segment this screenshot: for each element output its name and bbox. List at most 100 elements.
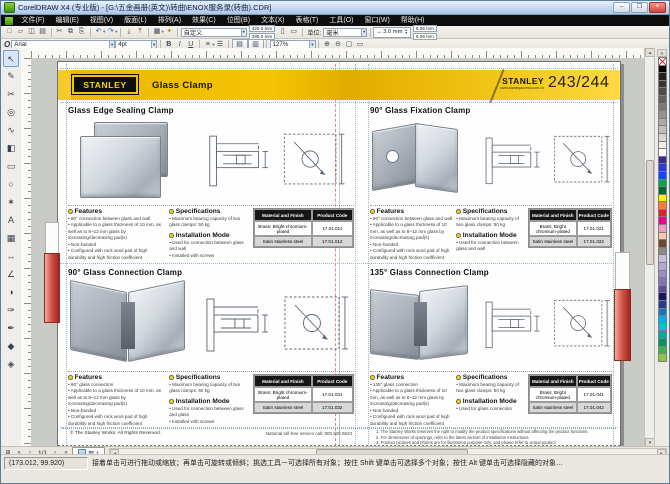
drawing-canvas[interactable]: STANLEY Glass Clamp STANLEY www.stanleya…	[31, 58, 645, 447]
pick-tool-icon[interactable]: ↖	[3, 50, 19, 67]
polygon-tool-icon[interactable]: ✶	[3, 194, 19, 211]
menu-item[interactable]: 版面(L)	[119, 15, 153, 26]
features-heading: Features	[68, 374, 165, 381]
close-button[interactable]: ×	[649, 2, 666, 13]
nudge-offset-field[interactable]: ↔ 3.0 mm ▲▼	[373, 27, 411, 38]
app-window: CorelDRAW X4 (专业版) - [G:\五金画册(英文)\转曲\ENO…	[0, 0, 670, 484]
duplicate-y-field[interactable]: 6.35 mm	[413, 33, 437, 40]
menu-item[interactable]: 表格(T)	[290, 15, 324, 26]
color-swatch[interactable]	[658, 353, 667, 362]
portrait-icon[interactable]: ▯	[277, 27, 288, 37]
index-tab	[45, 222, 59, 254]
menu-item[interactable]: 效果(C)	[187, 15, 222, 26]
cut-icon[interactable]: ✂	[54, 27, 65, 37]
menu-item[interactable]: 排列(A)	[152, 15, 186, 26]
ruler-tick	[381, 51, 382, 58]
product-section-title: Glass Edge Sealing Clamp	[68, 106, 354, 117]
specifications-list: • Maximum bearing capacity of two glass …	[169, 216, 249, 229]
landscape-icon[interactable]: ▭	[288, 27, 299, 37]
dimension-tool-icon[interactable]: ↔	[3, 248, 19, 265]
bullet-item: • Used for glass connection	[456, 406, 524, 412]
zoom-level-value: 127%	[273, 41, 289, 48]
crop-tool-icon[interactable]: ✂	[3, 86, 19, 103]
chevron-down-icon[interactable]: ▾	[361, 29, 366, 36]
redo-dropdown-icon[interactable]: ▾	[115, 29, 117, 35]
guideline	[66, 64, 67, 446]
smart-fill-tool-icon[interactable]: ◧	[3, 140, 19, 157]
blend-tool-icon[interactable]: ◑	[3, 284, 19, 301]
installation-heading: Installation Mode	[456, 232, 524, 239]
units-combo[interactable]: 毫米 ▾	[323, 28, 367, 37]
menu-item[interactable]: 视图(V)	[84, 15, 118, 26]
technical-drawing	[188, 279, 354, 369]
font-size-value: 4pt	[118, 41, 127, 48]
table-header-cell: Material and Finish	[254, 375, 311, 387]
bullet-item: • Configured with rock wool pad of high …	[68, 248, 165, 261]
table-tool-icon[interactable]: ▦	[3, 230, 19, 247]
maximize-button[interactable]: ❐	[631, 2, 648, 13]
bullet-dot-icon	[169, 209, 174, 214]
open-icon[interactable]: ▱	[15, 27, 26, 37]
features-title: Features	[75, 374, 103, 381]
specifications-heading: Specifications	[169, 208, 249, 215]
import-icon[interactable]: ⤓	[124, 27, 135, 37]
chevron-down-icon[interactable]: ▾	[151, 41, 156, 48]
menu-item[interactable]: 编辑(E)	[50, 15, 84, 26]
print-icon[interactable]: ▤	[37, 27, 48, 37]
freehand-tool-icon[interactable]: ∿	[3, 122, 19, 139]
ruler-tick	[346, 51, 347, 58]
new-icon[interactable]: □	[4, 27, 15, 37]
copy-icon[interactable]: ⧉	[65, 27, 76, 37]
menu-item[interactable]: 文件(F)	[16, 15, 50, 26]
fill-tool-icon[interactable]: ◆	[3, 338, 19, 355]
table-cell: Brass; Bright chromium-plated	[529, 387, 577, 402]
chevron-down-icon[interactable]: ▾	[109, 41, 114, 48]
shape-tool-icon[interactable]: ✎	[3, 68, 19, 85]
ruler-tick	[24, 93, 31, 94]
chevron-down-icon[interactable]: ▾	[241, 29, 246, 36]
zoom-tool-icon[interactable]: ◎	[3, 104, 19, 121]
paper-width-field[interactable]: 420.0 mm	[249, 25, 275, 32]
spinner-icon[interactable]: ▲▼	[404, 29, 407, 35]
welcome-screen-icon[interactable]: ✦	[164, 27, 175, 37]
bullet-item: • Maximum bearing capacity of two glass …	[456, 216, 524, 229]
connector-tool-icon[interactable]: ∠	[3, 266, 19, 283]
save-icon[interactable]: ◫	[26, 27, 37, 37]
product-code-table: Material and FinishProduct CodeBrass; Br…	[253, 374, 354, 414]
clamp-hinge	[121, 302, 135, 349]
paper-preset-combo[interactable]: 自定义 ▾	[181, 28, 247, 37]
table-cell: Brass; Bright chromium-plated	[254, 387, 311, 402]
rectangle-tool-icon[interactable]: ▭	[3, 158, 19, 175]
bullet-item: • Maximum bearing capacity of two glass …	[169, 382, 249, 395]
document-page[interactable]: STANLEY Glass Clamp STANLEY www.stanleya…	[57, 61, 621, 447]
ellipse-tool-icon[interactable]: ○	[3, 176, 19, 193]
specifications-title: Specifications	[176, 208, 221, 215]
bullet-dot-icon	[456, 233, 461, 238]
eyedropper-tool-icon[interactable]: ✑	[3, 302, 19, 319]
duplicate-x-value: 6.35 mm	[416, 26, 434, 31]
menu-item[interactable]: 窗口(W)	[359, 15, 395, 26]
ruler-tick	[24, 268, 31, 269]
installation-heading: Installation Mode	[169, 232, 249, 239]
ruler-tick	[206, 51, 207, 58]
export-icon[interactable]: ⤒	[135, 27, 146, 37]
title-bar[interactable]: CorelDRAW X4 (专业版) - [G:\五金画册(英文)\转曲\ENO…	[1, 1, 669, 15]
docker-button[interactable]: ≡	[657, 49, 667, 57]
ruler-tick	[31, 51, 32, 58]
features-list: • 90° connection between glass and wall•…	[370, 216, 452, 261]
specifications-list: • Maximum bearing capacity of two glass …	[456, 382, 524, 395]
chevron-down-icon[interactable]: ▾	[309, 41, 314, 48]
outline-pen-tool-icon[interactable]: ✒	[3, 320, 19, 337]
document-icon[interactable]	[5, 17, 13, 25]
interactive-fill-tool-icon[interactable]: ◈	[3, 356, 19, 373]
duplicate-x-field[interactable]: 6.35 mm	[413, 25, 437, 32]
table-cell: Satin stainless steel	[254, 402, 311, 413]
duplicate-distance-group: 6.35 mm 6.35 mm	[413, 25, 437, 40]
vertical-scroll-thumb[interactable]	[646, 160, 654, 266]
paste-icon[interactable]: ⎘	[76, 27, 87, 37]
color-palette: ≡	[654, 48, 669, 447]
menu-item[interactable]: 工具(O)	[324, 15, 359, 26]
text-tool-icon[interactable]: A	[3, 212, 19, 229]
minimize-button[interactable]: –	[613, 2, 630, 13]
ruler-tick	[486, 51, 487, 58]
